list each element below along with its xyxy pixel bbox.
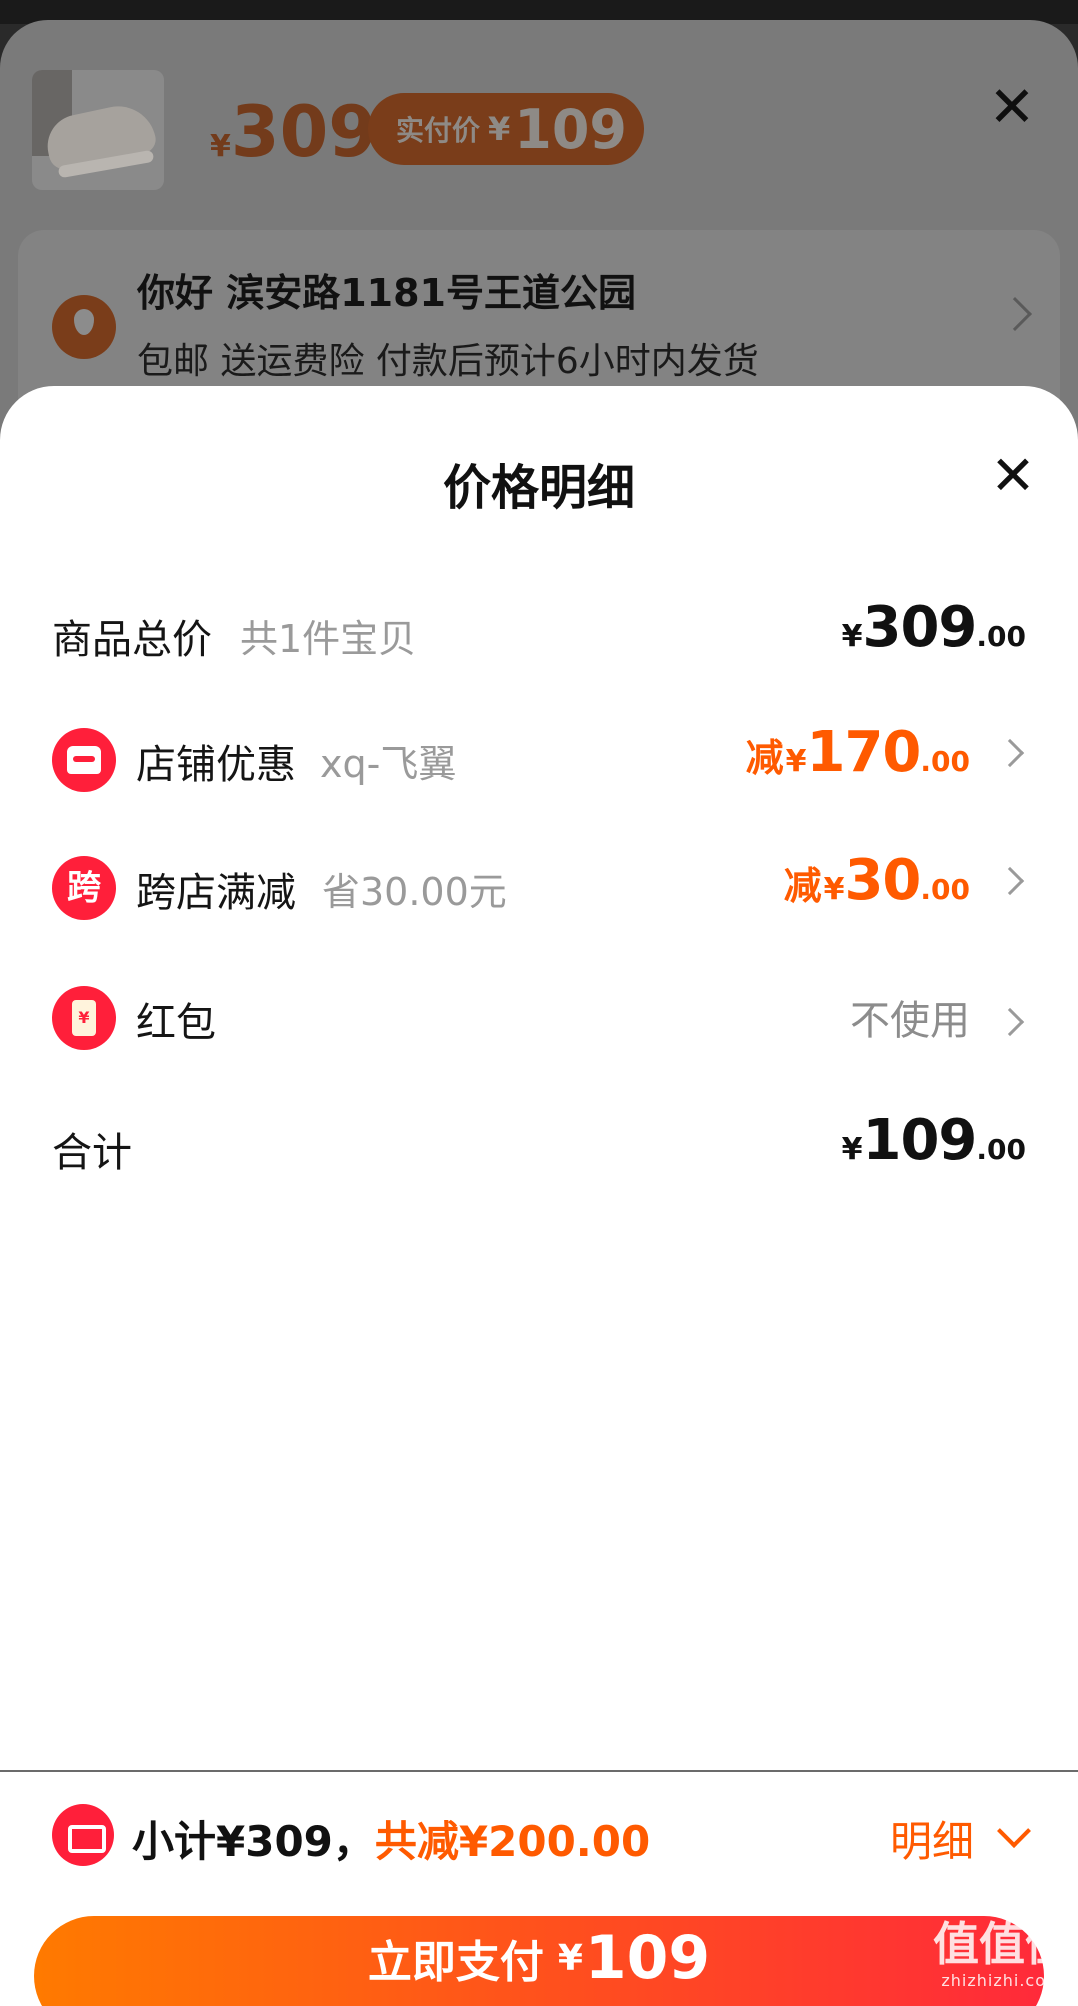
shop-icon	[52, 728, 116, 792]
chevron-right-icon	[995, 1007, 1025, 1037]
coupon-icon	[52, 1804, 114, 1866]
currency-symbol: ¥	[785, 744, 807, 779]
sheet-title: 价格明细	[442, 460, 635, 516]
total-amount: ¥ 109 .00	[842, 1108, 1026, 1173]
red-packet-icon: ¥	[52, 986, 116, 1050]
watermark-logo: 值值值 zhizhizhi.com	[932, 1916, 1072, 2006]
amount-integer: 30	[844, 848, 921, 913]
paid-price-currency: ¥	[488, 110, 511, 148]
amount-integer: 170	[806, 720, 921, 785]
row-label: 合计	[52, 1130, 132, 1176]
row-label: 红包	[136, 1000, 216, 1046]
detail-label: 明细	[889, 1817, 974, 1866]
cross-store-discount-amount: 减 ¥ 30 .00	[784, 848, 1026, 913]
product-thumbnail[interactable]	[32, 70, 164, 190]
red-packet-status: 不使用	[850, 998, 970, 1044]
currency-symbol: ¥	[823, 872, 845, 907]
pay-amount: 109	[584, 1923, 711, 1993]
pay-now-button[interactable]: 立即支付 ¥ 109	[34, 1916, 1044, 2006]
row-total: 合计 ¥ 109 .00	[0, 1108, 1078, 1188]
amount-integer: 109	[862, 1108, 977, 1173]
paid-price-value: 109	[514, 97, 628, 161]
product-price-currency: ¥	[210, 129, 231, 164]
cross-store-icon: 跨	[52, 856, 116, 920]
address-text: 你好 滨安路1181号王道公园	[137, 271, 636, 315]
chevron-right-icon	[995, 866, 1025, 896]
watermark-glyphs: 值值值	[933, 1917, 1071, 1971]
amount-integer: 309	[862, 595, 977, 660]
paid-price-badge: 实付价 ¥ 109	[368, 93, 644, 165]
row-sub: 省30.00元	[322, 870, 507, 914]
total-discount-text: 共减¥200.00	[374, 1817, 651, 1866]
paid-price-label: 实付价	[396, 114, 481, 147]
subtotal-summary: 小计¥309，共减¥200.00	[132, 1808, 650, 1869]
currency-symbol: ¥	[841, 1132, 863, 1167]
close-icon[interactable]: ✕	[983, 448, 1043, 508]
background-close-icon[interactable]: ✕	[982, 78, 1042, 138]
row-red-packet[interactable]: ¥ 红包 不使用	[0, 978, 1078, 1058]
subtotal-text: 小计¥309，	[132, 1817, 375, 1866]
minus-prefix: 减	[745, 736, 784, 780]
row-store-discount[interactable]: 店铺优惠 xq-飞翼 减 ¥ 170 .00	[0, 720, 1078, 800]
row-label: 商品总价	[52, 617, 212, 663]
chevron-down-icon	[997, 1813, 1031, 1848]
chevron-right-icon	[995, 738, 1025, 768]
row-sub: 共1件宝贝	[240, 617, 417, 661]
currency-symbol: ¥	[841, 619, 863, 654]
amount-decimal: .00	[920, 745, 970, 778]
red-packet-value: 不使用	[850, 988, 1026, 1046]
row-cross-store-discount[interactable]: 跨 跨店满减 省30.00元 减 ¥ 30 .00	[0, 848, 1078, 928]
detail-toggle-button[interactable]: 明细	[889, 1808, 1031, 1869]
amount-decimal: .00	[976, 620, 1026, 653]
row-goods-total: 商品总价 共1件宝贝 ¥ 309 .00	[0, 595, 1078, 675]
location-pin-icon	[52, 295, 116, 359]
watermark-site: zhizhizhi.com	[941, 1971, 1063, 1990]
row-label: 店铺优惠	[136, 742, 296, 788]
goods-total-amount: ¥ 309 .00	[842, 595, 1026, 660]
pay-currency: ¥	[557, 1937, 583, 1979]
row-label: 跨店满减	[136, 870, 296, 916]
amount-decimal: .00	[920, 873, 970, 906]
product-price: ¥309	[210, 92, 377, 187]
minus-prefix: 减	[783, 864, 822, 908]
amount-decimal: .00	[976, 1133, 1026, 1166]
shipping-info-text: 包邮 送运费险 付款后预计6小时内发货	[137, 341, 759, 382]
pay-label: 立即支付	[367, 1937, 544, 1988]
product-price-value: 309	[230, 91, 377, 173]
row-sub: xq-飞翼	[320, 742, 457, 786]
store-discount-amount: 减 ¥ 170 .00	[746, 720, 1026, 785]
